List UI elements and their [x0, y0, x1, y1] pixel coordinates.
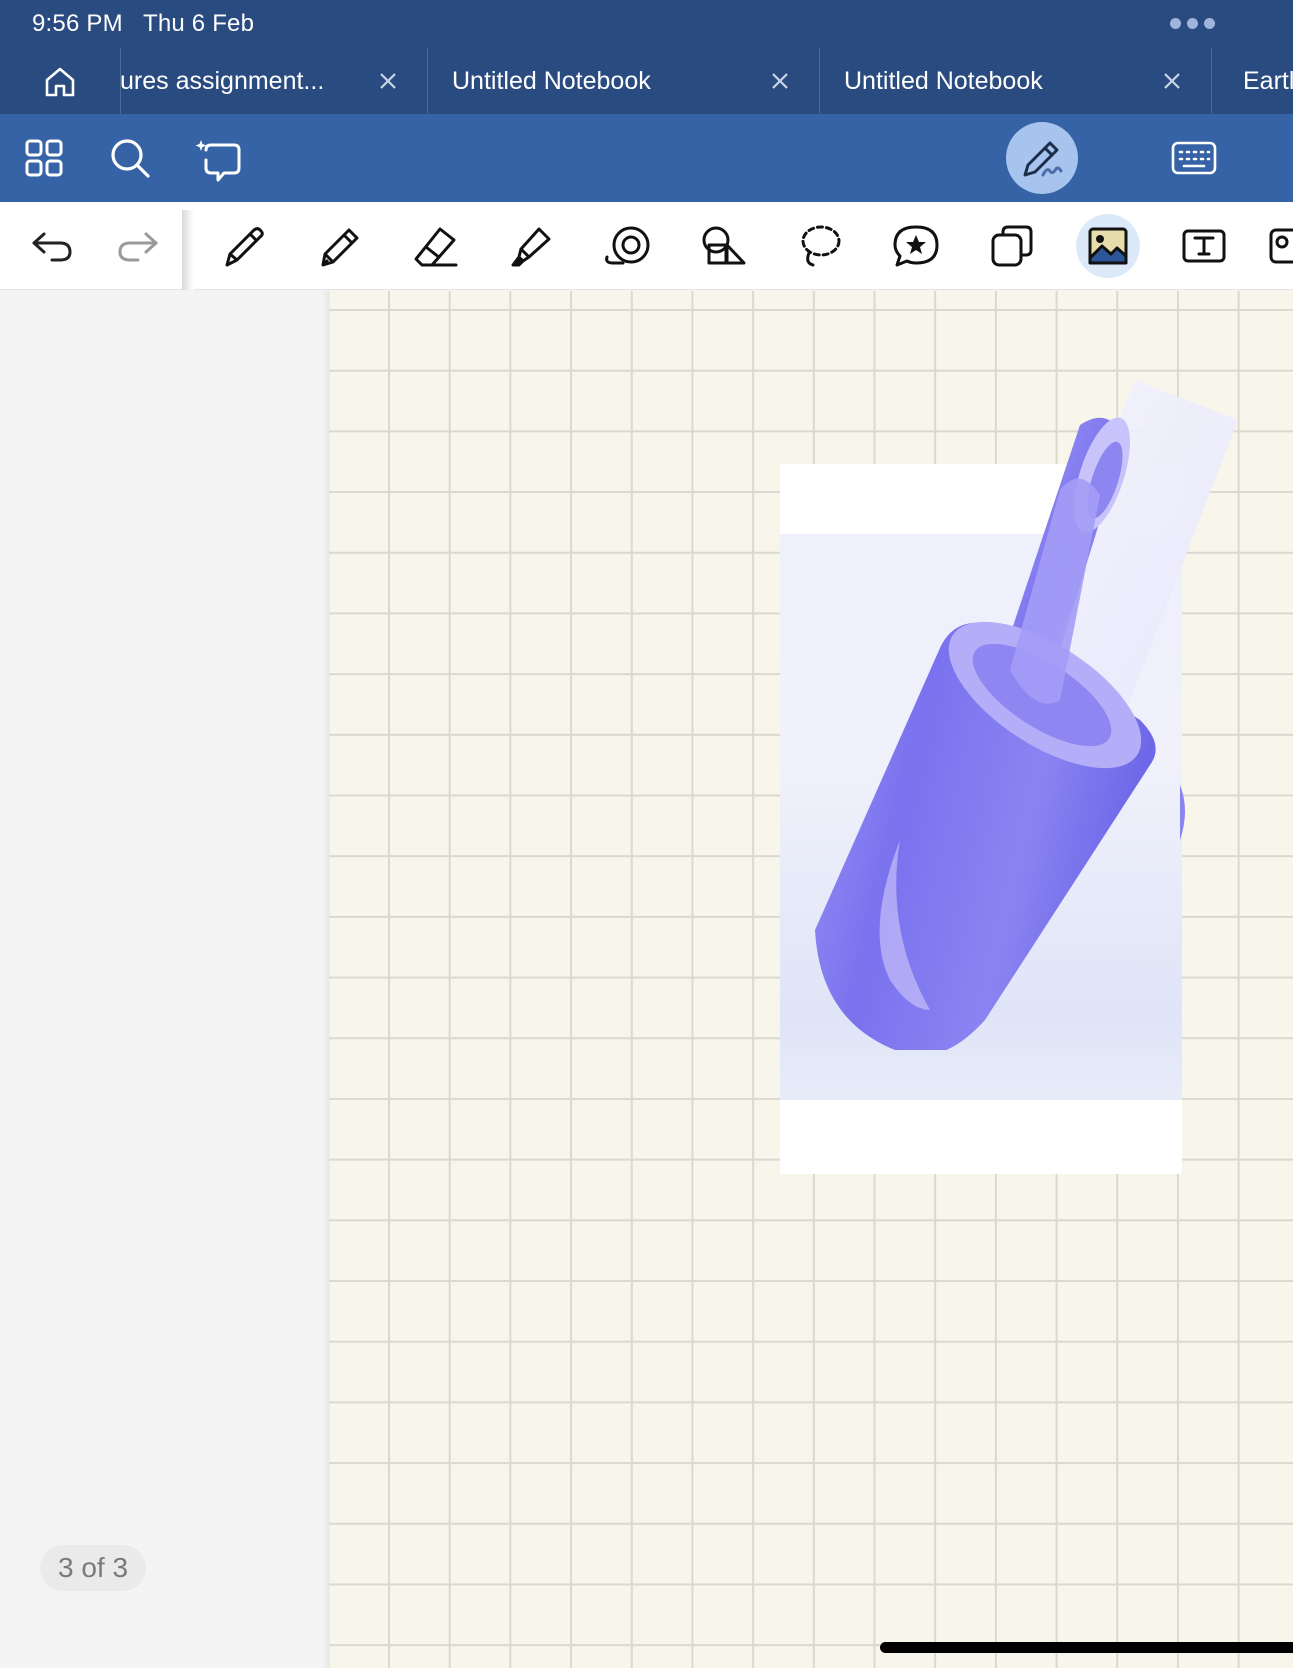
grid-icon[interactable]	[22, 136, 66, 180]
pen-mode-icon	[1023, 141, 1063, 177]
main-toolbar	[0, 114, 1293, 202]
tools-separator	[182, 210, 194, 290]
cylinder-illustration	[815, 380, 1238, 1050]
tab-divider	[819, 48, 820, 114]
tab-untitled-notebook-2[interactable]: Untitled Notebook	[844, 48, 1184, 114]
tab-close-icon[interactable]	[766, 67, 792, 95]
tab-divider	[1211, 48, 1212, 114]
eraser-icon[interactable]	[404, 214, 468, 278]
copy-icon[interactable]	[980, 214, 1044, 278]
tab-label: Untitled Notebook	[452, 66, 651, 95]
pen-icon[interactable]	[212, 214, 276, 278]
undo-icon[interactable]	[20, 214, 84, 278]
image-icon[interactable]	[1076, 214, 1140, 278]
home-button[interactable]	[38, 60, 82, 104]
search-icon[interactable]	[108, 136, 152, 180]
redo-icon[interactable]	[106, 214, 170, 278]
home-indicator	[880, 1642, 1293, 1653]
lasso-icon[interactable]	[788, 214, 852, 278]
pencil-icon[interactable]	[308, 214, 372, 278]
tab-earth[interactable]: Eartl	[1243, 48, 1293, 114]
multitasking-dots-icon[interactable]	[1170, 18, 1215, 29]
tools-row	[0, 202, 1293, 290]
tab-assignment[interactable]: ures assignment...	[120, 48, 426, 114]
tab-close-icon[interactable]	[374, 67, 402, 95]
home-icon	[45, 67, 75, 97]
status-clock: 9:56 PM Thu 6 Feb	[32, 10, 254, 38]
left-panel	[0, 291, 328, 1668]
status-time: 9:56 PM	[32, 10, 123, 37]
tab-close-icon[interactable]	[1158, 67, 1184, 95]
tab-label: Eartl	[1243, 66, 1293, 95]
tab-untitled-notebook-1[interactable]: Untitled Notebook	[452, 48, 792, 114]
more-tools-icon[interactable]	[1268, 214, 1293, 278]
page-counter: 3 of 3	[40, 1545, 147, 1591]
tab-label: Untitled Notebook	[844, 66, 1043, 95]
keyboard-icon[interactable]	[1170, 136, 1218, 180]
sticker-icon[interactable]	[884, 214, 948, 278]
laser-pointer-icon[interactable]	[596, 214, 660, 278]
shapes-icon[interactable]	[692, 214, 756, 278]
status-date: Thu 6 Feb	[142, 10, 255, 37]
tab-label: ures assignment...	[120, 66, 325, 95]
ai-assistant-icon[interactable]	[194, 134, 244, 184]
highlighter-icon[interactable]	[500, 214, 564, 278]
status-bar: 9:56 PM Thu 6 Feb	[0, 0, 1293, 48]
tab-bar: ures assignment... Untitled Notebook Unt…	[0, 48, 1293, 114]
text-box-icon[interactable]	[1172, 214, 1236, 278]
tab-divider	[427, 48, 428, 114]
pen-mode-button[interactable]	[1006, 122, 1078, 194]
